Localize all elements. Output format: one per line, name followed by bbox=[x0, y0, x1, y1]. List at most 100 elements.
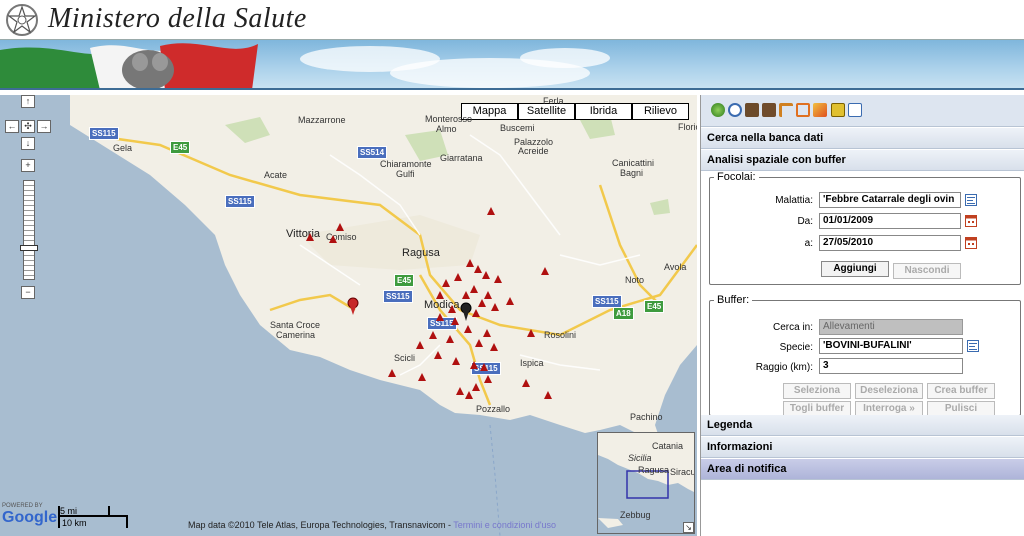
attribution-text: Map data ©2010 Tele Atlas, Europa Techno… bbox=[188, 520, 454, 530]
overview-map[interactable]: Catania Sicilia Ragusa Siracu Zebbug bbox=[597, 432, 695, 534]
header-bar: Ministero della Salute bbox=[0, 0, 1024, 40]
pan-down-icon[interactable]: ↓ bbox=[21, 137, 35, 150]
road-shield: E45 bbox=[170, 141, 191, 154]
ministry-title: Ministero della Salute bbox=[48, 3, 307, 34]
buffer-legend: Buffer: bbox=[717, 294, 750, 306]
section-search-header[interactable]: Cerca nella banca dati bbox=[701, 128, 1024, 149]
zoom-out-icon[interactable]: − bbox=[21, 286, 35, 299]
overview-toggle-icon[interactable]: ↘ bbox=[683, 522, 694, 533]
italian-flag-image bbox=[0, 43, 258, 88]
overview-place-label: Ragusa bbox=[638, 465, 670, 475]
binoculars-icon[interactable] bbox=[745, 103, 759, 117]
map-scale: 5 mi 10 km bbox=[58, 506, 130, 528]
binoculars-alt-icon[interactable] bbox=[762, 103, 776, 117]
chart-icon[interactable] bbox=[831, 103, 845, 117]
road-shield: SS115 bbox=[471, 362, 501, 375]
raggio-label: Raggio (km): bbox=[755, 362, 813, 373]
book-icon[interactable] bbox=[848, 103, 862, 117]
road-shield: A18 bbox=[613, 307, 634, 320]
map-attribution: Map data ©2010 Tele Atlas, Europa Techno… bbox=[188, 520, 556, 530]
crea-buffer-button[interactable]: Crea buffer bbox=[927, 383, 995, 399]
nascondi-button[interactable]: Nascondi bbox=[893, 263, 961, 279]
map-terrain bbox=[70, 95, 697, 536]
road-shield: E45 bbox=[644, 300, 665, 313]
place-label: Ragusa bbox=[402, 247, 440, 259]
zoom-in-icon[interactable]: + bbox=[21, 159, 35, 172]
scale-km-label: 10 km bbox=[62, 518, 87, 528]
terms-link[interactable]: Termini e condizioni d'uso bbox=[453, 520, 556, 530]
map-type-rilievo-button[interactable]: Rilievo bbox=[632, 103, 689, 120]
place-label: Noto bbox=[625, 275, 645, 285]
side-panel: Cerca nella banca dati Analisi spaziale … bbox=[700, 95, 1024, 536]
pan-right-icon[interactable]: → bbox=[37, 120, 51, 133]
road-shield: SS514 bbox=[357, 146, 388, 159]
google-wordmark: Google bbox=[2, 509, 58, 526]
place-label: Almo bbox=[436, 124, 457, 134]
place-label: Ferla bbox=[543, 96, 564, 106]
list-picker-icon[interactable] bbox=[965, 194, 977, 206]
road-shield: SS115 bbox=[383, 290, 413, 303]
malattia-label: Malattia: bbox=[775, 195, 813, 206]
place-label: Giarratana bbox=[440, 153, 483, 163]
place-label: Camerina bbox=[276, 330, 316, 340]
section-info-header[interactable]: Informazioni bbox=[701, 437, 1024, 458]
aggiungi-button[interactable]: Aggiungi bbox=[821, 261, 889, 277]
place-label: Acate bbox=[264, 170, 288, 180]
section-notify-header[interactable]: Area di notifica bbox=[701, 459, 1024, 480]
calendar-icon[interactable] bbox=[965, 237, 977, 249]
zoom-icon[interactable] bbox=[728, 103, 742, 117]
map-type-ibrida-button[interactable]: Ibrida bbox=[575, 103, 632, 120]
place-label: Avola bbox=[664, 262, 687, 272]
place-label: Canicattini bbox=[612, 158, 655, 168]
brush-icon[interactable] bbox=[813, 103, 827, 117]
place-label: Ispica bbox=[520, 358, 544, 368]
deseleziona-button[interactable]: Deseleziona bbox=[855, 383, 923, 399]
malattia-input[interactable]: 'Febbre Catarrale degli ovin bbox=[819, 192, 961, 208]
cerca-in-select[interactable]: Allevamenti bbox=[819, 319, 963, 335]
section-spatial-header[interactable]: Analisi spaziale con buffer bbox=[701, 150, 1024, 171]
road-shield: SS115 bbox=[89, 127, 119, 140]
pan-up-icon[interactable]: ↑ bbox=[21, 95, 35, 108]
specie-label: Specie: bbox=[779, 342, 813, 353]
place-label: Florio bbox=[678, 122, 697, 132]
italian-republic-emblem bbox=[6, 4, 38, 36]
overview-place-label: Catania bbox=[652, 441, 684, 451]
place-label: Scicli bbox=[394, 353, 416, 363]
place-label: Chiaramonte bbox=[380, 159, 432, 169]
overview-place-label: Sicilia bbox=[628, 453, 652, 463]
place-label: Mazzarrone bbox=[298, 115, 346, 125]
header-banner bbox=[0, 40, 1024, 90]
specie-input[interactable]: 'BOVINI-BUFALINI' bbox=[819, 338, 963, 354]
da-label: Da: bbox=[797, 216, 813, 227]
tool-bar bbox=[701, 95, 1024, 127]
a-date-input[interactable]: 27/05/2010 bbox=[819, 235, 961, 251]
ruler-icon[interactable] bbox=[779, 103, 793, 117]
zoom-slider-track[interactable] bbox=[23, 180, 35, 280]
google-logo: POWERED BY Google bbox=[2, 503, 57, 527]
place-label: Gulfi bbox=[396, 169, 415, 179]
seleziona-button[interactable]: Seleziona bbox=[783, 383, 851, 399]
da-date-input[interactable]: 01/01/2009 bbox=[819, 213, 961, 229]
place-label: Vittoria bbox=[286, 228, 321, 240]
list-picker-icon[interactable] bbox=[967, 340, 979, 352]
place-label: Monterosso bbox=[425, 114, 473, 124]
calendar-icon[interactable] bbox=[965, 215, 977, 227]
map-canvas[interactable]: Mappa Satellite Ibrida Rilievo ↑ ← ✣ → ↓… bbox=[0, 95, 697, 536]
road-shield: SS115 bbox=[427, 317, 457, 330]
pan-left-icon[interactable]: ← bbox=[5, 120, 19, 133]
raggio-input[interactable]: 3 bbox=[819, 358, 963, 374]
cerca-in-label: Cerca in: bbox=[772, 322, 813, 333]
pan-center-icon[interactable]: ✣ bbox=[21, 120, 35, 133]
a-label: a: bbox=[804, 238, 813, 249]
crop-icon[interactable] bbox=[796, 103, 810, 117]
place-label: Bagni bbox=[620, 168, 644, 178]
place-label: Gela bbox=[113, 143, 133, 153]
place-label: Buscemi bbox=[500, 123, 535, 133]
road-shield: SS115 bbox=[225, 195, 255, 208]
zoom-slider-handle[interactable] bbox=[20, 245, 38, 251]
globe-icon[interactable] bbox=[711, 103, 725, 117]
overview-place-label: Siracu bbox=[670, 467, 695, 477]
section-legend-header[interactable]: Legenda bbox=[701, 415, 1024, 436]
place-label: Modica bbox=[424, 299, 460, 311]
place-label: Comiso bbox=[326, 232, 357, 242]
